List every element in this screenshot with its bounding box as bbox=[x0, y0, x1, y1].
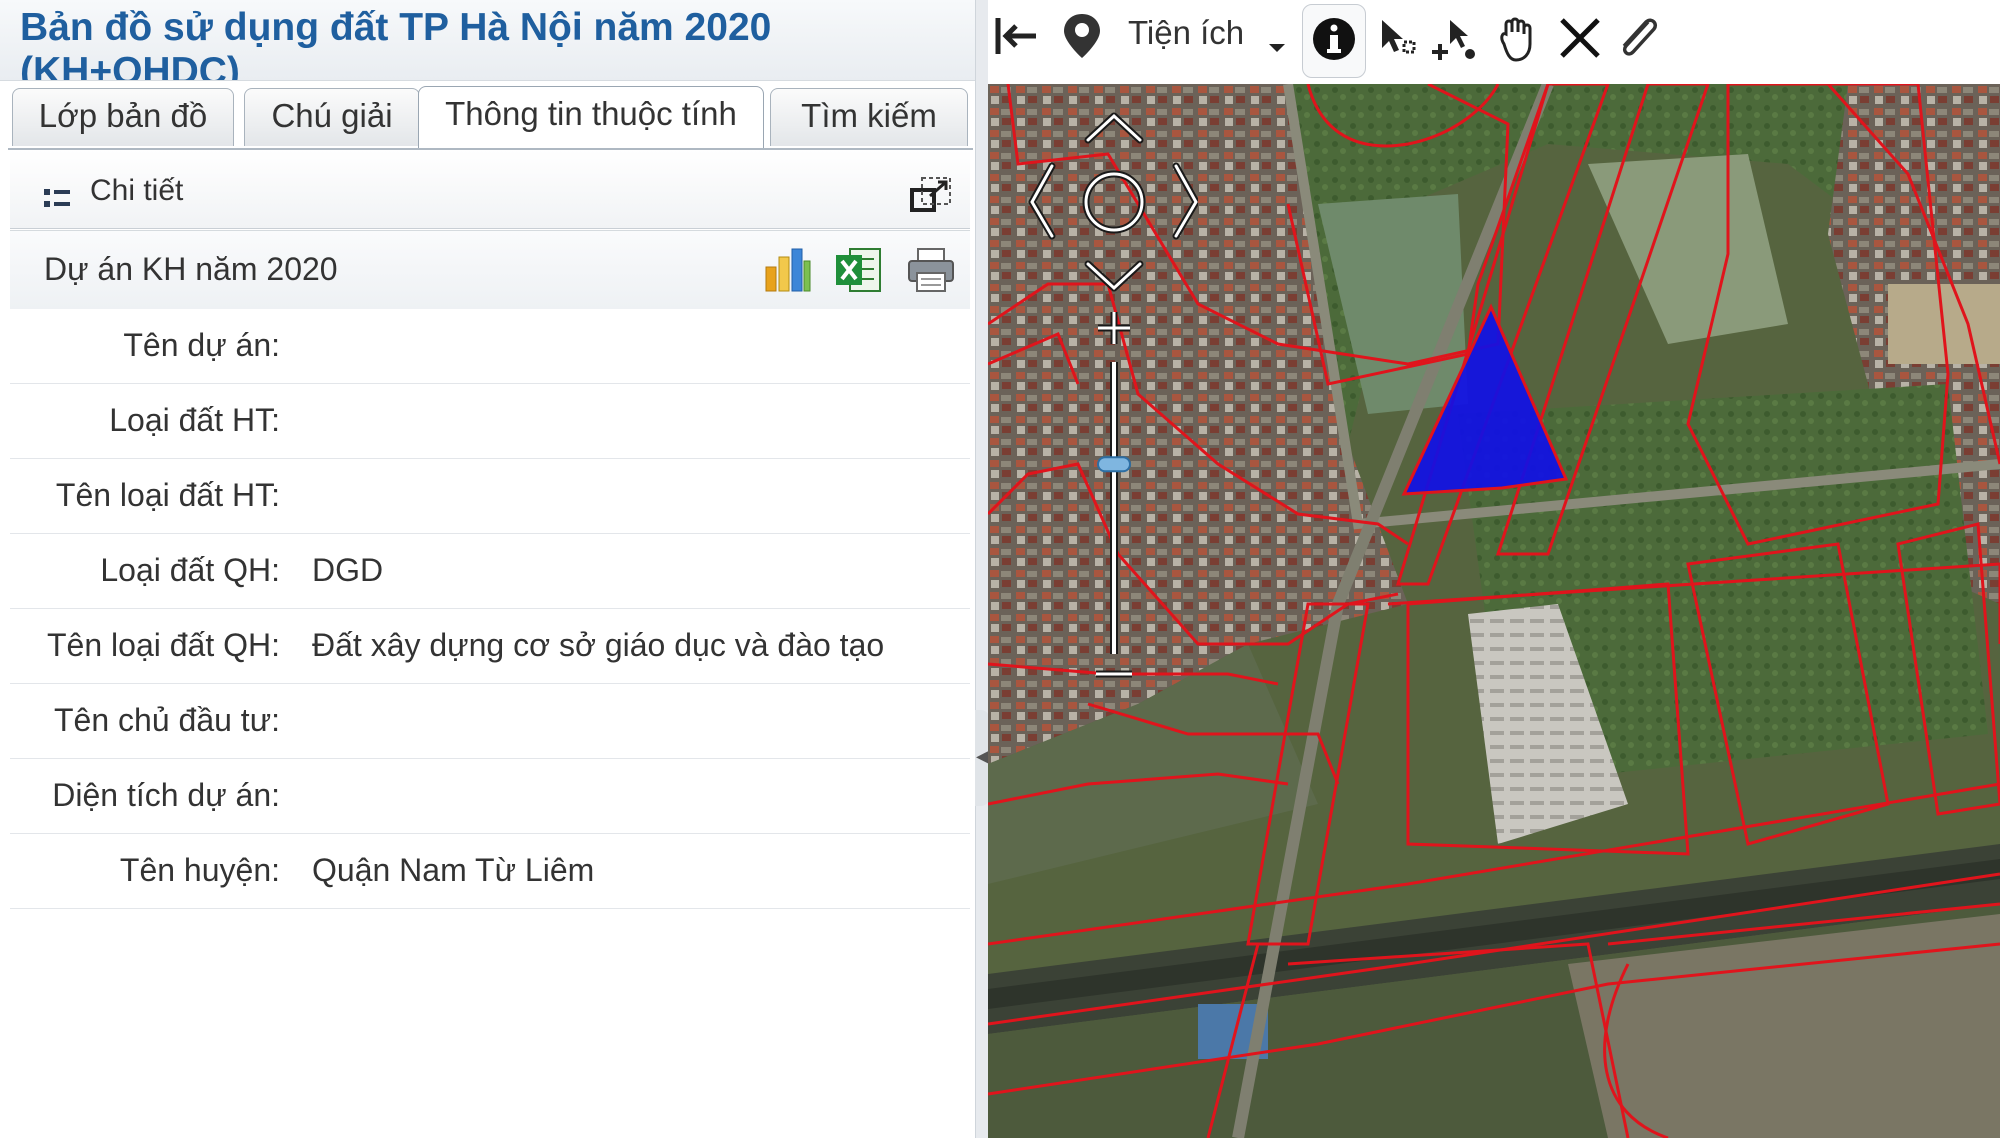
attribute-value: Đất xây dựng cơ sở giáo dục và đào tạo bbox=[312, 627, 885, 663]
detail-label: Chi tiết bbox=[90, 174, 184, 207]
tab-attribute-info[interactable]: Thông tin thuộc tính bbox=[418, 86, 764, 148]
pan-left-icon bbox=[1028, 162, 1056, 240]
table-row: Loại đất HT: bbox=[10, 384, 970, 459]
paperclip-icon[interactable] bbox=[1612, 12, 1664, 64]
maximize-icon[interactable] bbox=[908, 172, 954, 216]
table-row: Tên chủ đầu tư: bbox=[10, 684, 970, 759]
list-icon bbox=[44, 189, 70, 207]
location-pin-icon[interactable] bbox=[1056, 10, 1108, 62]
attribute-value: Quận Nam Từ Liêm bbox=[312, 852, 595, 888]
map-navigation bbox=[1028, 112, 1198, 678]
close-icon[interactable] bbox=[1554, 12, 1606, 64]
info-icon bbox=[1313, 18, 1355, 60]
attribute-panel: Bản đồ sử dụng đất TP Hà Nội năm 2020 (K… bbox=[0, 0, 975, 1138]
print-icon[interactable] bbox=[906, 245, 956, 295]
tab-search[interactable]: Tìm kiếm bbox=[770, 88, 968, 146]
attribute-label: Diện tích dự án: bbox=[52, 777, 280, 813]
attribute-label: Loại đất HT: bbox=[109, 402, 280, 438]
attribute-label: Tên huyện: bbox=[119, 852, 280, 888]
attribute-label: Tên dự án: bbox=[123, 327, 280, 363]
pan-hand-icon[interactable] bbox=[1490, 14, 1542, 66]
table-row: Tên dự án: bbox=[10, 309, 970, 384]
dropdown-arrow-icon[interactable] bbox=[1264, 22, 1290, 62]
add-point-icon[interactable] bbox=[1430, 14, 1482, 66]
detail-header: Chi tiết bbox=[10, 150, 970, 229]
table-row: Tên huyện: Quận Nam Từ Liêm bbox=[10, 834, 970, 909]
pan-down-icon bbox=[1084, 260, 1144, 292]
table-row: Loại đất QH: DGD bbox=[10, 534, 970, 609]
attribute-label: Tên chủ đầu tư: bbox=[54, 702, 280, 738]
tab-map-layers[interactable]: Lớp bản đồ bbox=[12, 88, 234, 146]
panel-splitter[interactable] bbox=[975, 0, 988, 1138]
attribute-label: Tên loại đất HT: bbox=[55, 477, 280, 513]
title-bar: Bản đồ sử dụng đất TP Hà Nội năm 2020 (K… bbox=[0, 0, 975, 81]
project-bar: Dự án KH năm 2020 bbox=[10, 230, 970, 310]
chart-icon[interactable] bbox=[762, 245, 812, 295]
attribute-value: DGD bbox=[312, 552, 384, 588]
excel-icon[interactable] bbox=[834, 245, 884, 295]
pan-up-icon bbox=[1084, 112, 1144, 144]
table-row: Tên loại đất HT: bbox=[10, 459, 970, 534]
zoom-slider-thumb bbox=[1097, 456, 1131, 473]
select-pointer-icon[interactable] bbox=[1370, 14, 1422, 66]
attribute-label: Tên loại đất QH: bbox=[47, 627, 280, 663]
attribute-label: Loại đất QH: bbox=[100, 552, 280, 588]
tab-legend[interactable]: Chú giải bbox=[244, 88, 420, 146]
project-title: Dự án KH năm 2020 bbox=[44, 251, 338, 287]
utility-menu[interactable]: Tiện ích bbox=[1128, 14, 1244, 52]
page-title: Bản đồ sử dụng đất TP Hà Nội năm 2020 (K… bbox=[20, 6, 772, 81]
exit-icon[interactable] bbox=[992, 10, 1044, 62]
zoom-slider[interactable] bbox=[1096, 312, 1132, 678]
pan-right-icon bbox=[1172, 162, 1198, 240]
attribute-table: Tên dự án: Loại đất HT: Tên loại đất HT:… bbox=[10, 309, 970, 909]
info-tool-button[interactable] bbox=[1302, 4, 1366, 78]
tab-bar: Lớp bản đồ Chú giải Thông tin thuộc tính… bbox=[8, 86, 973, 150]
table-row: Diện tích dự án: bbox=[10, 759, 970, 834]
table-row: Tên loại đất QH: Đất xây dựng cơ sở giáo… bbox=[10, 609, 970, 684]
